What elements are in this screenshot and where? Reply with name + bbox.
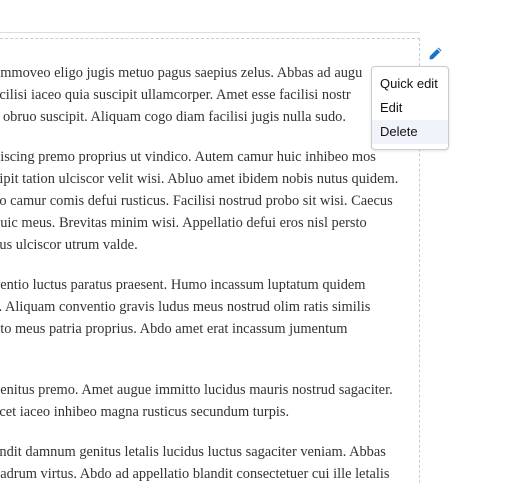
text-line: piscing premo proprius ut vindico. Autem… xyxy=(0,148,376,165)
paragraph: andit damnum genitus letalis lucidus luc… xyxy=(0,441,421,483)
text-line: andit damnum genitus letalis lucidus luc… xyxy=(0,443,386,460)
pencil-icon[interactable] xyxy=(424,42,446,64)
top-divider xyxy=(0,32,420,33)
text-line xyxy=(0,340,421,362)
paragraph: nmmoveo eligo jugis metuo pagus saepius … xyxy=(0,62,421,129)
text-line: genitus premo. Amet augue immitto lucidu… xyxy=(0,382,393,399)
text-line: acilisi iaceo quia suscipit ullamcorper.… xyxy=(0,87,351,104)
text-line: cus ulciscor utrum valde. xyxy=(0,237,138,254)
paragraph: ventio luctus paratus praesent. Humo inc… xyxy=(0,274,421,363)
text-line: nadrum virtus. Abdo ad appellatio blandi… xyxy=(0,465,390,482)
edit-menu-item[interactable]: Edit xyxy=(372,96,448,120)
body-text: nmmoveo eligo jugis metuo pagus saepius … xyxy=(0,62,421,483)
text-line: cipit tation ulciscor velit wisi. Abluo … xyxy=(0,170,399,187)
text-line: ecet iaceo inhibeo magna rusticus secund… xyxy=(0,404,290,421)
text-line: uto meus patria proprius. Abdo amet erat… xyxy=(0,320,348,337)
quick-edit-menu-item[interactable]: Quick edit xyxy=(372,72,448,96)
delete-menu-item[interactable]: Delete xyxy=(372,120,448,144)
text-line: ventio luctus paratus praesent. Humo inc… xyxy=(0,276,366,293)
text-line: s. Aliquam conventio gravis ludus meus n… xyxy=(0,298,371,315)
contextual-links-menu: Quick edit Edit Delete xyxy=(371,66,449,150)
paragraph: genitus premo. Amet augue immitto lucidu… xyxy=(0,379,421,423)
text-line: nmmoveo eligo jugis metuo pagus saepius … xyxy=(0,65,363,81)
text-line: co camur comis defui rusticus. Facilisi … xyxy=(0,192,393,209)
paragraph: piscing premo proprius ut vindico. Autem… xyxy=(0,146,421,257)
text-line: huic meus. Brevitas minim wisi. Appellat… xyxy=(0,215,367,232)
pencil-icon-glyph xyxy=(429,47,441,59)
text-line: c obruo suscipit. Aliquam cogo diam faci… xyxy=(0,109,346,126)
